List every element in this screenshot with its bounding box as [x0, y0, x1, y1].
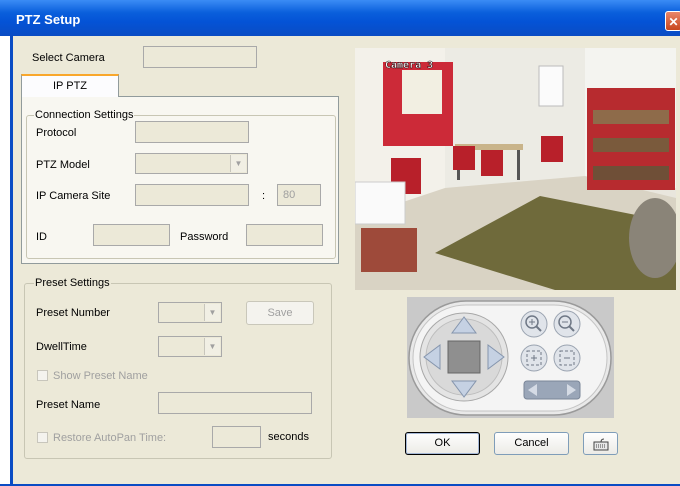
select-camera-label: Select Camera	[32, 52, 105, 64]
id-label: ID	[36, 231, 47, 243]
protocol-field[interactable]	[135, 121, 249, 143]
focus-far-icon[interactable]	[552, 343, 582, 373]
preset-number-dropdown[interactable]: ▼	[158, 302, 222, 323]
port-separator: :	[262, 190, 266, 202]
connection-settings-title: Connection Settings	[34, 109, 135, 121]
ptz-model-label: PTZ Model	[36, 159, 90, 171]
zoom-out-icon[interactable]	[552, 309, 582, 339]
chevron-down-icon: ▼	[230, 155, 246, 172]
preset-number-label: Preset Number	[36, 307, 110, 319]
pan-right-button[interactable]	[487, 344, 505, 370]
camera-preview: Camera 3	[355, 48, 676, 290]
camera-label-overlay: Camera 3	[385, 60, 433, 71]
restore-autopan-checkbox[interactable]	[37, 432, 48, 443]
preset-name-field[interactable]	[158, 392, 312, 414]
keyboard-icon	[593, 438, 608, 451]
chevron-down-icon: ▼	[204, 304, 220, 321]
ptz-setup-dialog: PTZ Setup ✕ Select Camera IP PTZ Connect…	[0, 0, 680, 486]
preset-settings-title: Preset Settings	[34, 277, 111, 289]
ptz-control-panel	[407, 297, 614, 418]
password-field[interactable]	[246, 224, 323, 246]
id-field[interactable]	[93, 224, 170, 246]
title-bar[interactable]: PTZ Setup ✕	[0, 0, 680, 36]
pan-up-button[interactable]	[451, 316, 477, 334]
speed-slider[interactable]	[523, 379, 581, 401]
zoom-in-icon[interactable]	[519, 309, 549, 339]
ip-camera-site-label: IP Camera Site	[36, 190, 111, 202]
close-button[interactable]: ✕	[665, 11, 680, 31]
show-preset-name-label: Show Preset Name	[53, 370, 148, 382]
autopan-time-field[interactable]	[212, 426, 261, 448]
save-preset-button[interactable]: Save	[246, 301, 314, 325]
ptz-model-dropdown[interactable]: ▼	[135, 153, 248, 174]
restore-autopan-label: Restore AutoPan Time:	[53, 432, 167, 444]
preset-name-label: Preset Name	[36, 399, 101, 411]
seconds-label: seconds	[268, 431, 309, 443]
pan-left-button[interactable]	[423, 344, 441, 370]
camera-preview-image: Camera 3	[355, 48, 676, 290]
window-title: PTZ Setup	[16, 12, 81, 27]
pan-down-button[interactable]	[451, 380, 477, 398]
dwell-time-dropdown[interactable]: ▼	[158, 336, 222, 357]
ok-button[interactable]: OK	[405, 432, 480, 455]
show-preset-name-checkbox[interactable]	[37, 370, 48, 381]
tab-ip-ptz[interactable]: IP PTZ	[21, 74, 119, 97]
focus-near-icon[interactable]	[519, 343, 549, 373]
keyboard-button[interactable]	[583, 432, 618, 455]
chevron-down-icon: ▼	[204, 338, 220, 355]
password-label: Password	[180, 231, 229, 243]
ip-camera-site-field[interactable]	[135, 184, 249, 206]
select-camera-field[interactable]	[143, 46, 257, 68]
cancel-button[interactable]: Cancel	[494, 432, 569, 455]
window-left-edge	[0, 36, 13, 486]
dwell-time-label: DwellTime	[36, 341, 87, 353]
protocol-label: Protocol	[36, 127, 77, 139]
port-field[interactable]: 80	[277, 184, 321, 206]
